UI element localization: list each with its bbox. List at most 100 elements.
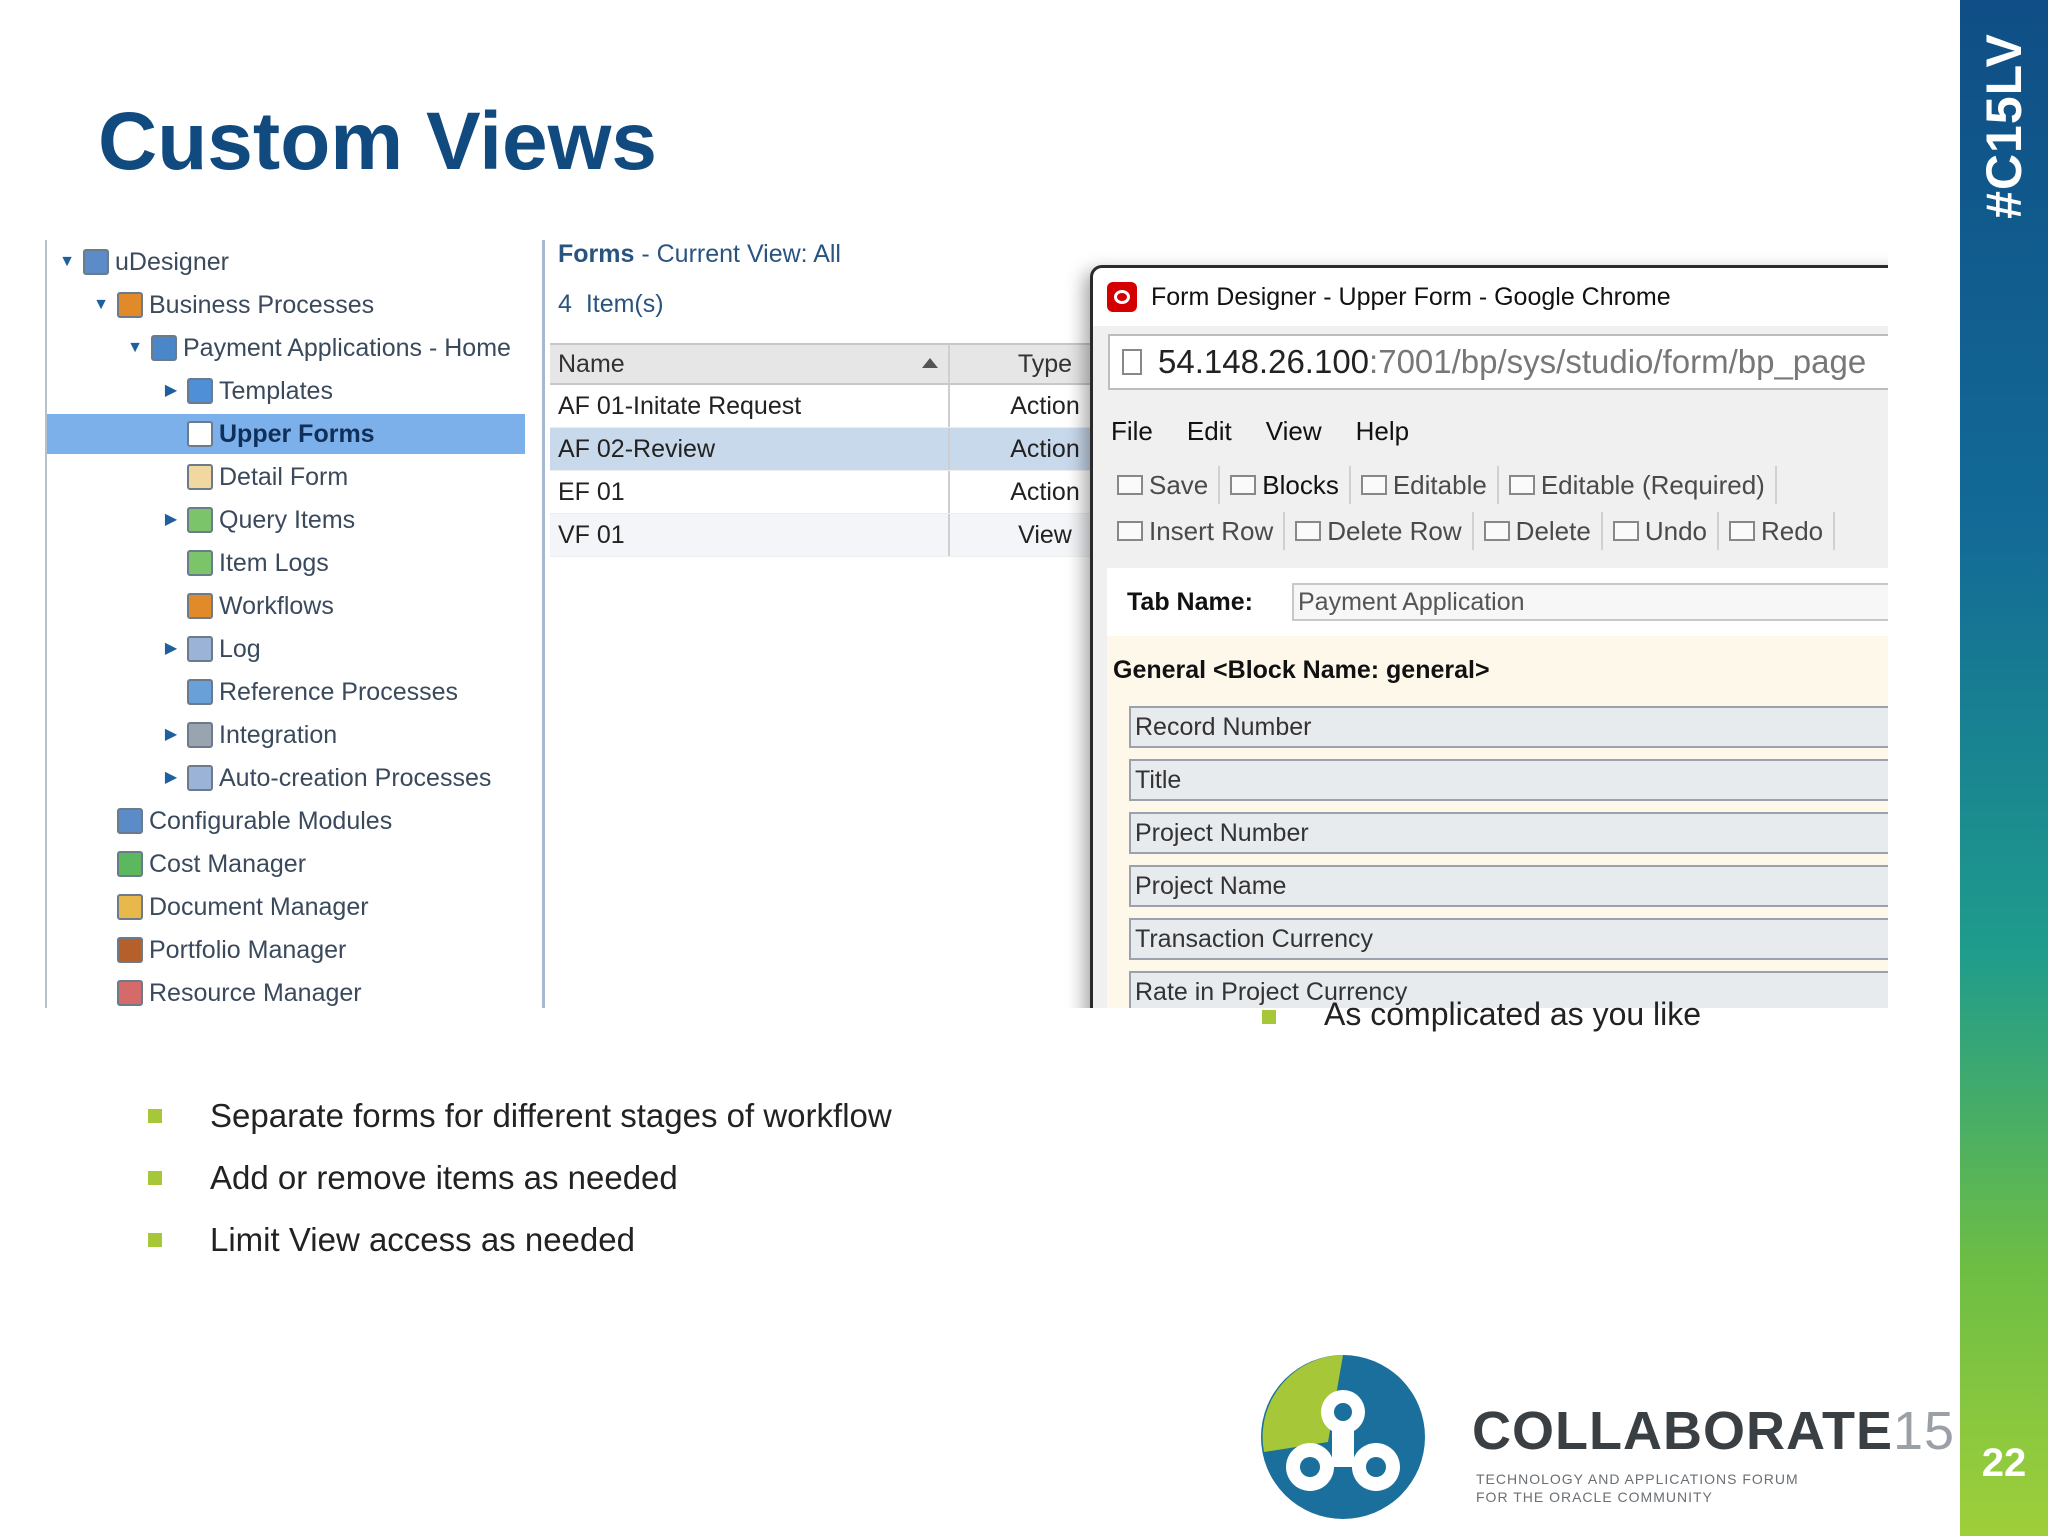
tree-item-label: Query Items [219, 505, 356, 534]
caret-spacer [163, 684, 179, 700]
bullet-marker [148, 1233, 162, 1247]
tree-item[interactable]: Cost Manager [93, 844, 306, 884]
window-titlebar[interactable]: Form Designer - Upper Form - Google Chro… [1093, 268, 1888, 326]
expand-caret-icon[interactable]: ▼ [127, 340, 143, 356]
insert-row-label: Insert Row [1149, 515, 1274, 546]
tree-item[interactable]: ▶ Templates [163, 371, 333, 411]
tree-item-label: Item Logs [219, 548, 329, 577]
column-header-name-label: Name [558, 349, 625, 378]
workflow-icon [187, 593, 213, 619]
undo-button[interactable]: Undo [1603, 512, 1719, 550]
resource-icon [117, 980, 143, 1006]
blocks-icon [1230, 475, 1257, 495]
designer-icon [83, 249, 109, 275]
collapse-caret-icon[interactable]: ▶ [163, 727, 179, 743]
partially-hidden-bullet: As complicated as you like [1262, 996, 1701, 1033]
field-project-number[interactable]: Project Number [1129, 812, 1888, 854]
table-row[interactable]: VF 01 View [550, 514, 1140, 557]
delete-row-button[interactable]: Delete Row [1285, 512, 1474, 550]
cell-name: VF 01 [550, 514, 950, 556]
tree-item-label: Workflows [219, 591, 334, 620]
tree-item[interactable]: Document Manager [93, 887, 369, 927]
delete-label: Delete [1515, 515, 1591, 546]
menu-help[interactable]: Help [1356, 416, 1409, 447]
tree-item[interactable]: Portfolio Manager [93, 930, 346, 970]
toolbar-secondary: Insert Row Delete Row Delete Undo Redo [1107, 510, 1836, 552]
slide-number: 22 [1981, 1441, 2027, 1485]
undo-label: Undo [1644, 515, 1707, 546]
tree-item[interactable]: Reference Processes [163, 672, 458, 712]
menu-edit[interactable]: Edit [1187, 416, 1232, 447]
editable-icon [1360, 475, 1387, 495]
field-transaction-currency[interactable]: Transaction Currency [1129, 918, 1888, 960]
collapse-caret-icon[interactable]: ▶ [163, 641, 179, 657]
collapse-caret-icon[interactable]: ▶ [163, 383, 179, 399]
editable-required-label: Editable (Required) [1540, 469, 1765, 500]
tree-item[interactable]: ▶ Log [163, 629, 261, 669]
field-title[interactable]: Title [1129, 759, 1888, 801]
menu-file[interactable]: File [1111, 416, 1153, 447]
redo-label: Redo [1760, 515, 1824, 546]
field-project-name[interactable]: Project Name [1129, 865, 1888, 907]
tab-name-label: Tab Name: [1127, 588, 1253, 616]
delete-button[interactable]: Delete [1474, 512, 1603, 550]
insert-row-button[interactable]: Insert Row [1107, 512, 1286, 550]
save-label: Save [1149, 469, 1209, 500]
tree-item-label: Log [219, 634, 261, 663]
cell-name: EF 01 [550, 471, 950, 513]
bullet-item: Add or remove items as needed [148, 1147, 892, 1209]
editable-button[interactable]: Editable [1351, 466, 1499, 504]
toolbar-primary: Save Blocks Editable Editable (Required) [1107, 464, 1777, 506]
general-block: General <Block Name: general> Record Num… [1107, 636, 1888, 1008]
collapse-caret-icon[interactable]: ▶ [163, 512, 179, 528]
tree-item[interactable]: ▶ Integration [163, 715, 337, 755]
menu-view[interactable]: View [1266, 416, 1322, 447]
bullet-text: Limit View access as needed [210, 1221, 635, 1258]
tree-item[interactable]: ▼ Business Processes [93, 285, 374, 325]
tab-name-row: Tab Name: Payment Application [1107, 568, 1888, 636]
tree-item[interactable]: Detail Form [163, 457, 348, 497]
editable-required-button[interactable]: Editable (Required) [1499, 466, 1777, 504]
tree-item[interactable]: ▶ Query Items [163, 500, 355, 540]
tree-item[interactable]: ▶ Auto-creation Processes [163, 758, 492, 798]
table-row-selected[interactable]: AF 02-Review Action [550, 428, 1140, 471]
tab-name-input[interactable]: Payment Application [1292, 583, 1888, 621]
tree-item-label: Upper Forms [219, 419, 375, 448]
cell-name: AF 02-Review [550, 428, 950, 470]
item-count-value: 4 [558, 290, 572, 318]
tree-item[interactable]: Upper Forms [47, 414, 525, 454]
address-bar[interactable]: 54.148.26.100:7001/bp/sys/studio/form/bp… [1108, 334, 1888, 390]
forms-table: Name Type AF 01-Initate Request Action A… [550, 343, 1140, 557]
oracle-logo-icon [1107, 282, 1137, 312]
tree-item[interactable]: Configurable Modules [93, 801, 392, 841]
expand-caret-icon[interactable]: ▼ [59, 254, 75, 270]
app-icon [151, 335, 177, 361]
redo-button[interactable]: Redo [1719, 512, 1836, 550]
column-header-name[interactable]: Name [550, 345, 950, 383]
table-row[interactable]: EF 01 Action [550, 471, 1140, 514]
integration-icon [187, 722, 213, 748]
redo-icon [1728, 521, 1755, 541]
blocks-label: Blocks [1262, 469, 1339, 500]
field-record-number[interactable]: Record Number [1129, 706, 1888, 748]
item-count-label: Item(s) [585, 290, 664, 318]
tree-item[interactable]: ▼ Payment Applications - Home [127, 328, 511, 368]
logo-tagline: TECHNOLOGY AND APPLICATIONS FORUM FOR TH… [1476, 1470, 1799, 1506]
delete-row-label: Delete Row [1327, 515, 1462, 546]
blocks-button[interactable]: Blocks [1220, 466, 1351, 504]
form-icon [187, 421, 213, 447]
collapse-caret-icon[interactable]: ▶ [163, 770, 179, 786]
save-button[interactable]: Save [1107, 466, 1221, 504]
tree-item-label: Cost Manager [149, 849, 307, 878]
tagline-line-1: TECHNOLOGY AND APPLICATIONS FORUM [1476, 1471, 1799, 1487]
tree-item[interactable]: Item Logs [163, 543, 329, 583]
table-row[interactable]: AF 01-Initate Request Action [550, 385, 1140, 428]
cell-name: AF 01-Initate Request [550, 385, 950, 427]
current-view-value[interactable]: All [813, 240, 841, 268]
caret-spacer [93, 985, 109, 1001]
table-header: Name Type [550, 343, 1140, 385]
tree-item[interactable]: Workflows [163, 586, 334, 626]
tree-item[interactable]: ▼ uDesigner [59, 242, 229, 282]
tree-item[interactable]: Resource Manager [93, 973, 362, 1008]
expand-caret-icon[interactable]: ▼ [93, 297, 109, 313]
